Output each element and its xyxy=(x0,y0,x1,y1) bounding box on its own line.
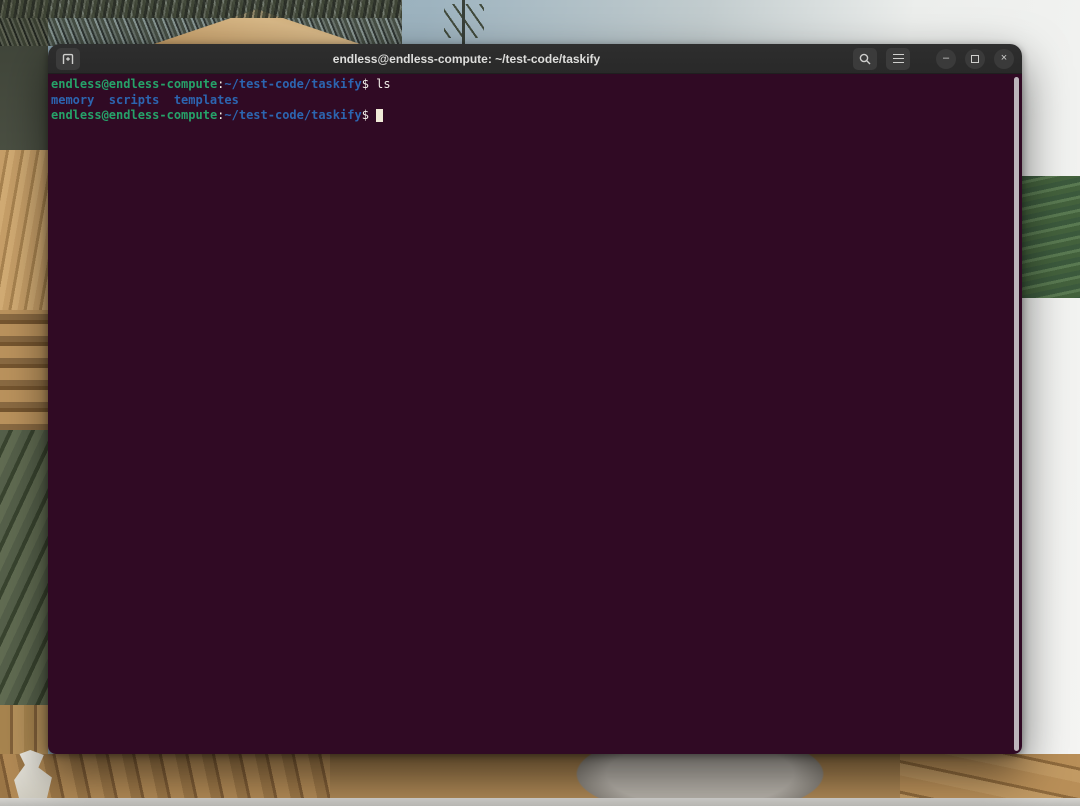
wallpaper-pine-trees xyxy=(1022,176,1080,298)
wallpaper-bottom-strip xyxy=(0,798,1080,806)
wallpaper-left-structure xyxy=(0,0,48,806)
terminal-line-ls-output: memory scripts templates xyxy=(51,93,1012,109)
prompt-user-host: endless@endless-compute xyxy=(51,108,217,122)
directory-name: templates xyxy=(174,93,239,107)
search-icon xyxy=(858,52,872,66)
wallpaper-thatch-fringe xyxy=(0,0,402,18)
terminal-scrollbar[interactable] xyxy=(1014,77,1019,751)
terminal-content-area[interactable]: endless@endless-compute:~/test-code/task… xyxy=(48,74,1022,754)
maximize-button[interactable] xyxy=(965,49,985,69)
terminal-line-active-prompt: endless@endless-compute:~/test-code/task… xyxy=(51,108,1012,124)
window-title: endless@endless-compute: ~/test-code/tas… xyxy=(86,52,847,66)
maximize-icon xyxy=(971,55,979,63)
wallpaper-pine-sapling xyxy=(436,0,492,46)
close-button[interactable]: × xyxy=(994,49,1014,69)
typed-command: ls xyxy=(376,77,390,91)
prompt-path: ~/test-code/taskify xyxy=(224,108,361,122)
terminal-line-prompt-ls: endless@endless-compute:~/test-code/task… xyxy=(51,77,1012,93)
directory-name: memory xyxy=(51,93,94,107)
minimize-icon: – xyxy=(943,53,949,64)
minimize-button[interactable]: – xyxy=(936,49,956,69)
wallpaper-right-scenery xyxy=(1022,0,1080,806)
search-button[interactable] xyxy=(853,48,877,70)
terminal-cursor xyxy=(376,109,383,122)
titlebar-controls: – × xyxy=(853,48,1014,70)
prompt-user-host: endless@endless-compute xyxy=(51,77,217,91)
terminal-window: endless@endless-compute: ~/test-code/tas… xyxy=(48,44,1022,754)
prompt-symbol: $ xyxy=(362,108,369,122)
titlebar[interactable]: endless@endless-compute: ~/test-code/tas… xyxy=(48,44,1022,74)
prompt-symbol: $ xyxy=(362,77,369,91)
new-tab-icon xyxy=(61,52,75,66)
directory-name: scripts xyxy=(109,93,160,107)
menu-button[interactable] xyxy=(886,48,910,70)
close-icon: × xyxy=(1001,53,1007,64)
prompt-path: ~/test-code/taskify xyxy=(224,77,361,91)
new-tab-button[interactable] xyxy=(56,48,80,70)
menu-icon xyxy=(893,54,904,64)
